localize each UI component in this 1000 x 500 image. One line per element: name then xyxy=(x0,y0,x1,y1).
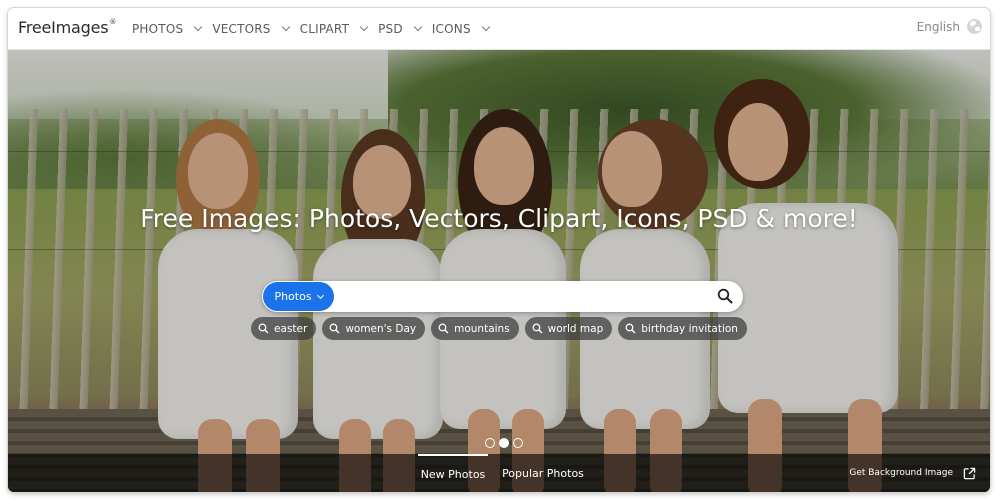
carousel-dot[interactable] xyxy=(485,438,495,448)
nav-item-label: PHOTOS xyxy=(132,21,184,36)
tag-chip[interactable]: easter xyxy=(251,317,317,340)
site-logo[interactable]: FreeImages® xyxy=(18,18,116,37)
tag-label: women's Day xyxy=(345,322,417,335)
tag-chip[interactable]: mountains xyxy=(431,317,519,340)
tag-label: birthday invitation xyxy=(641,322,738,335)
tab-label: Popular Photos xyxy=(502,466,584,480)
search-bar: Photos xyxy=(262,281,743,313)
globe-icon xyxy=(967,19,982,34)
search-icon xyxy=(625,323,636,334)
search-type-label: Photos xyxy=(274,290,312,303)
carousel-dot-active[interactable] xyxy=(499,438,509,448)
carousel-dot[interactable] xyxy=(513,438,523,448)
nav-item-label: PSD xyxy=(378,21,403,36)
tag-chip[interactable]: women's Day xyxy=(322,317,426,340)
site-header: FreeImages® PHOTOS VECTORS CLIPART PSD I… xyxy=(8,8,990,50)
nav-item-photos[interactable]: PHOTOS xyxy=(132,21,203,36)
search-type-dropdown[interactable]: Photos xyxy=(263,282,334,311)
nav-item-vectors[interactable]: VECTORS xyxy=(212,21,290,36)
chevron-down-icon xyxy=(194,22,203,31)
external-link-icon xyxy=(963,467,976,479)
tag-label: mountains xyxy=(454,322,510,335)
get-background-link[interactable]: Get Background Image xyxy=(849,454,976,492)
search-icon xyxy=(258,323,269,334)
carousel-dots xyxy=(483,438,525,448)
nav-item-icons[interactable]: ICONS xyxy=(431,21,491,36)
tag-label: world map xyxy=(547,322,604,335)
popular-tags: easter women's Day mountains world map b… xyxy=(8,317,990,340)
hero-title: Free Images: Photos, Vectors, Clipart, I… xyxy=(140,204,858,233)
search-icon xyxy=(438,323,449,334)
get-background-label: Get Background Image xyxy=(849,468,953,478)
chevron-down-icon xyxy=(281,22,290,31)
chevron-down-icon xyxy=(316,291,324,299)
tab-popular-photos[interactable]: Popular Photos xyxy=(502,454,584,492)
chevron-down-icon xyxy=(481,22,491,31)
nav-item-clipart[interactable]: CLIPART xyxy=(299,21,369,36)
nav-item-label: CLIPART xyxy=(299,21,350,36)
search-icon xyxy=(329,323,340,334)
main-nav: PHOTOS VECTORS CLIPART PSD ICONS xyxy=(132,8,500,49)
hero-banner: Free Images: Photos, Vectors, Clipart, I… xyxy=(8,49,990,492)
search-icon[interactable] xyxy=(717,288,733,304)
nav-item-psd[interactable]: PSD xyxy=(378,21,423,36)
logo-text: FreeImages xyxy=(18,18,109,37)
search-icon xyxy=(532,323,543,334)
nav-item-label: ICONS xyxy=(431,21,471,36)
tag-label: easter xyxy=(274,322,308,335)
chevron-down-icon xyxy=(413,22,423,31)
tab-label: New Photos xyxy=(420,467,486,481)
photo-overlay xyxy=(8,49,990,492)
chevron-down-icon xyxy=(359,22,369,31)
language-label: English xyxy=(916,19,960,34)
search-input[interactable] xyxy=(340,282,704,313)
photo-tabs-bar: New Photos Popular Photos Get Background… xyxy=(8,454,990,492)
nav-item-label: VECTORS xyxy=(212,21,271,36)
tag-chip[interactable]: birthday invitation xyxy=(618,317,747,340)
language-selector[interactable]: English xyxy=(917,19,982,34)
browser-page: FreeImages® PHOTOS VECTORS CLIPART PSD I… xyxy=(8,8,990,492)
registered-mark: ® xyxy=(109,18,117,26)
tag-chip[interactable]: world map xyxy=(524,317,613,340)
tab-new-photos[interactable]: New Photos xyxy=(418,454,488,492)
